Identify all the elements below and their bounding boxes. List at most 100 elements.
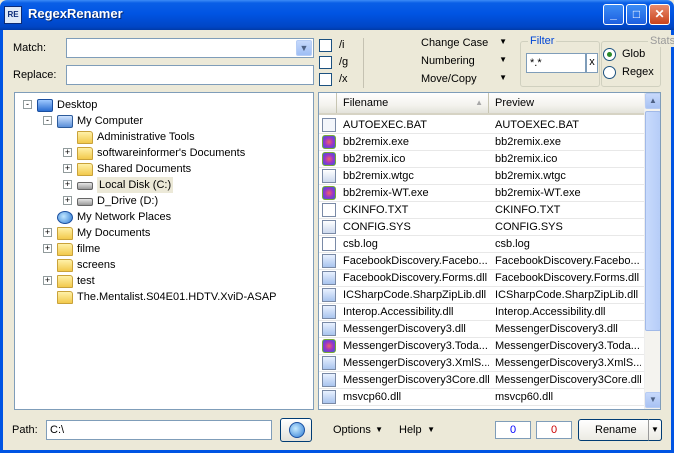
file-row[interactable]: CONFIG.SYS CONFIG.SYS	[319, 219, 644, 236]
stats-title: Stats	[648, 35, 674, 47]
folder-icon	[77, 147, 93, 160]
filename-column-header[interactable]: Filename ▲	[337, 93, 489, 113]
preview-column-header[interactable]: Preview	[489, 93, 644, 113]
change-case-menu[interactable]: Change Case ▼	[421, 37, 507, 51]
dropdown-arrow-icon: ▼	[427, 425, 435, 434]
expand-icon[interactable]: +	[43, 244, 52, 253]
file-row[interactable]: bb2remix.wtgc bb2remix.wtgc	[319, 168, 644, 185]
file-row[interactable]: MessengerDiscovery3Core.dll MessengerDisc…	[319, 372, 644, 389]
preview-cell: bb2remix.wtgc	[495, 170, 566, 182]
expand-icon[interactable]: +	[43, 228, 52, 237]
flag-i-checkbox[interactable]	[319, 39, 332, 52]
preview-cell: bb2remix.exe	[495, 136, 562, 148]
file-row[interactable]: ICSharpCode.SharpZipLib.dll ICSharpCode.S…	[319, 287, 644, 304]
collapse-icon[interactable]: -	[43, 116, 52, 125]
flag-x-label: /x	[339, 73, 348, 85]
txt-file-icon	[322, 237, 336, 251]
numbering-menu[interactable]: Numbering ▼	[421, 55, 507, 69]
computer-icon	[57, 115, 73, 128]
filter-clear-button[interactable]: x	[586, 53, 598, 73]
divider	[363, 38, 364, 88]
file-row[interactable]: bb2remix-WT.exe bb2remix-WT.exe	[319, 185, 644, 202]
drive-icon	[77, 198, 93, 206]
flag-g-label: /g	[339, 56, 349, 68]
regex-radio[interactable]	[603, 66, 616, 79]
glob-label: Glob	[622, 48, 646, 60]
preview-cell: MessengerDiscovery3.XmlS...	[495, 357, 641, 369]
filename-cell: MessengerDiscovery3.Toda...	[343, 340, 488, 352]
drive-icon	[77, 182, 93, 190]
file-list[interactable]: Filename ▲ Preview AUTOEXEC.BAT AUTOEXEC.…	[318, 92, 661, 410]
file-row[interactable]: AUTOEXEC.BAT AUTOEXEC.BAT	[319, 117, 644, 134]
filename-cell: FacebookDiscovery.Facebo...	[343, 255, 488, 267]
expand-icon[interactable]: +	[63, 164, 72, 173]
path-label: Path:	[12, 424, 38, 436]
file-row[interactable]: bb2remix.ico bb2remix.ico	[319, 151, 644, 168]
expand-icon[interactable]: +	[63, 196, 72, 205]
preview-cell: csb.log	[495, 238, 530, 250]
sort-ascending-icon: ▲	[475, 98, 483, 107]
bat-file-icon	[322, 118, 336, 132]
file-row[interactable]: MessengerDiscovery3.XmlS... MessengerDisc…	[319, 355, 644, 372]
file-row[interactable]: bb2remix.exe bb2remix.exe	[319, 134, 644, 151]
file-row[interactable]: Interop.Accessibility.dll Interop.Accessi…	[319, 304, 644, 321]
flag-g-checkbox[interactable]	[319, 56, 332, 69]
preview-cell: CKINFO.TXT	[495, 204, 561, 216]
match-combo[interactable]: ▼	[66, 38, 314, 58]
match-count: 0	[495, 421, 531, 439]
tree-node-label: Local Disk (C:)	[97, 177, 174, 193]
desktop-icon	[37, 99, 53, 112]
chevron-down-icon[interactable]: ▼	[296, 40, 312, 56]
move-copy-menu[interactable]: Move/Copy ▼	[421, 73, 507, 87]
tree-node-label: My Network Places	[77, 211, 172, 223]
folder-tree[interactable]: - Desktop - My Computer Administrative Tools…	[14, 92, 314, 410]
file-row[interactable]: csb.log csb.log	[319, 236, 644, 253]
file-row[interactable]: FacebookDiscovery.Forms.dll FacebookDisco…	[319, 270, 644, 287]
expand-icon[interactable]: +	[63, 180, 72, 189]
help-menu[interactable]: Help ▼	[399, 424, 437, 438]
regex-label: Regex	[622, 66, 654, 78]
filename-cell: FacebookDiscovery.Forms.dll	[343, 272, 488, 284]
title-bar[interactable]: RE RegexRenamer _ □ ✕	[0, 0, 674, 30]
preview-cell: MessengerDiscovery3Core.dll	[495, 374, 641, 386]
collapse-icon[interactable]: -	[23, 100, 32, 109]
regex-app-icon[interactable]: RE	[4, 6, 22, 24]
tree-node-label: The.Mentalist.S04E01.HDTV.XviD-ASAP	[77, 291, 277, 303]
exe-file-icon	[322, 135, 336, 149]
preview-cell: FacebookDiscovery.Forms.dll	[495, 272, 640, 284]
flag-x-checkbox[interactable]	[319, 73, 332, 86]
scroll-up-icon[interactable]: ▲	[645, 93, 660, 109]
preview-cell: msvcp60.dll	[495, 391, 554, 403]
preview-cell: bb2remix-WT.exe	[495, 187, 581, 199]
replace-input[interactable]	[66, 65, 314, 85]
filter-input[interactable]: *.*	[526, 53, 586, 73]
close-button[interactable]: ✕	[649, 4, 670, 25]
rename-dropdown-arrow-icon[interactable]: ▼	[648, 419, 662, 441]
expand-icon[interactable]: +	[43, 276, 52, 285]
tree-node-label: Administrative Tools	[97, 131, 195, 143]
filename-cell: bb2remix.wtgc	[343, 170, 414, 182]
file-row[interactable]: FacebookDiscovery.Facebo... FacebookDisco…	[319, 253, 644, 270]
maximize-button[interactable]: □	[626, 4, 647, 25]
browse-button[interactable]	[280, 418, 312, 442]
options-menu[interactable]: Options ▼	[333, 424, 385, 438]
filename-cell: msvcp60.dll	[343, 391, 402, 403]
tree-node-label: My Computer	[77, 115, 144, 127]
filename-cell: bb2remix-WT.exe	[343, 187, 429, 199]
file-row[interactable]: MessengerDiscovery3.Toda... MessengerDisc…	[319, 338, 644, 355]
glob-radio[interactable]	[603, 48, 616, 61]
icon-column-header[interactable]	[319, 93, 337, 113]
vertical-scrollbar[interactable]: ▲ ▼	[644, 93, 660, 409]
minimize-button[interactable]: _	[603, 4, 624, 25]
scroll-down-icon[interactable]: ▼	[645, 392, 660, 408]
file-row[interactable]: CKINFO.TXT CKINFO.TXT	[319, 202, 644, 219]
expand-icon[interactable]: +	[63, 148, 72, 157]
exe-file-icon	[322, 152, 336, 166]
scrollbar-thumb[interactable]	[645, 111, 660, 331]
file-row[interactable]: msvcp60.dll msvcp60.dll	[319, 389, 644, 406]
filename-cell: ICSharpCode.SharpZipLib.dll	[343, 289, 487, 301]
exe-file-icon	[322, 339, 336, 353]
folder-icon	[57, 275, 73, 288]
path-input[interactable]: C:\	[46, 420, 272, 440]
file-row[interactable]: MessengerDiscovery3.dll MessengerDiscover…	[319, 321, 644, 338]
